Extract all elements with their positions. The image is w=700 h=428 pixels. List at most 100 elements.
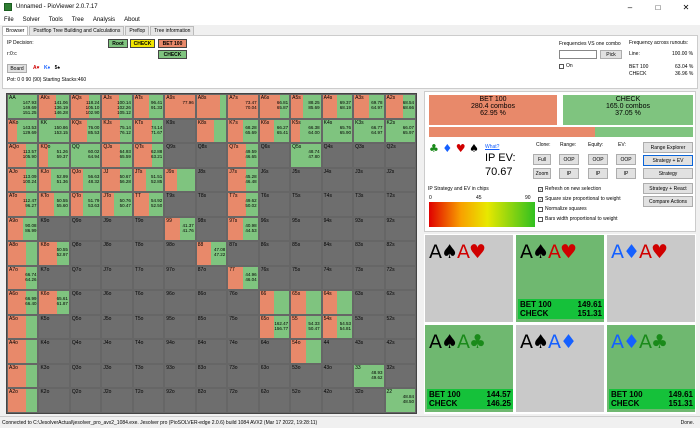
hand-cell-A9o[interactable]: A9o 90.08 86.99: [7, 216, 39, 242]
heart-icon[interactable]: ♥: [456, 142, 466, 155]
hand-cell-Q7o[interactable]: Q7o: [69, 265, 102, 291]
hand-cell-TT[interactable]: TT 54.92 52.50: [132, 192, 165, 217]
hand-cell-KTs[interactable]: KTs 74.14 71.67: [132, 118, 165, 144]
hand-cell-QTo[interactable]: QTo 51.79 53.63: [69, 192, 102, 217]
hand-cell-62o[interactable]: 62o: [258, 388, 291, 413]
hand-cell-T5s[interactable]: T5s: [290, 192, 322, 217]
hand-cell-42s[interactable]: 42s: [384, 339, 416, 364]
hand-cell-J5s[interactable]: J5s: [290, 167, 322, 193]
hand-cell-K3s[interactable]: K3s 66.77 64.97: [353, 118, 385, 144]
hand-cell-42o[interactable]: 42o: [321, 388, 354, 413]
hand-cell-64s[interactable]: 64s: [321, 290, 354, 315]
combo-input[interactable]: [559, 50, 597, 59]
hand-cell-J8o[interactable]: J8o: [101, 241, 133, 266]
hand-cell-T8o[interactable]: T8o: [132, 241, 165, 266]
menu-analysis[interactable]: Analysis: [93, 17, 115, 23]
hand-cell-KTo[interactable]: KTo 50.55 55.60: [38, 192, 70, 217]
hand-cell-K2s[interactable]: K2s 66.07 65.97: [384, 118, 416, 144]
hand-cell-52o[interactable]: 52o: [290, 388, 322, 413]
runout-board[interactable]: A♠A♥: [424, 234, 514, 323]
hand-cell-J3s[interactable]: J3s: [353, 167, 385, 193]
hand-cell-T4s[interactable]: T4s: [321, 192, 354, 217]
hand-cell-92s[interactable]: 92s: [384, 216, 416, 242]
hand-cell-K6o[interactable]: K6o 65.61 61.87: [38, 290, 70, 315]
bars-width-checkbox[interactable]: Bars width proportional to weight: [538, 216, 618, 222]
normalize-checkbox[interactable]: Normalize squares: [538, 206, 587, 212]
hand-cell-KQs[interactable]: KQs 76.00 85.53: [69, 118, 102, 144]
spade-icon[interactable]: ♠: [469, 142, 479, 155]
ev-oop-button[interactable]: OOP: [616, 154, 636, 165]
hand-cell-62s[interactable]: 62s: [384, 290, 416, 315]
hand-cell-A7s[interactable]: A7s 73.47 70.04: [227, 94, 259, 119]
equity-ip-button[interactable]: IP: [588, 168, 608, 179]
runout-board[interactable]: A♠A♦: [515, 324, 605, 413]
hand-cell-74o[interactable]: 74o: [227, 339, 259, 364]
hand-cell-54s[interactable]: 54s 54.53 54.81: [321, 314, 354, 340]
on-checkbox[interactable]: On: [559, 63, 573, 69]
hand-cell-98o[interactable]: 98o: [164, 241, 196, 266]
hand-cell-T9o[interactable]: T9o: [132, 216, 165, 242]
hand-cell-T3o[interactable]: T3o: [132, 363, 165, 389]
hand-cell-83s[interactable]: 83s: [353, 241, 385, 266]
hand-cell-77[interactable]: 77 44.96 46.04: [227, 265, 259, 291]
hand-cell-QQ[interactable]: QQ 60.02 64.94: [69, 143, 102, 168]
hand-cell-75o[interactable]: 75o: [227, 314, 259, 340]
hand-cell-AKo[interactable]: AKo 143.53 129.69: [7, 118, 39, 144]
hand-cell-K2o[interactable]: K2o: [38, 388, 70, 413]
hand-cell-Q9o[interactable]: Q9o: [69, 216, 102, 242]
hand-cell-92o[interactable]: 92o: [164, 388, 196, 413]
hand-cell-Q3o[interactable]: Q3o: [69, 363, 102, 389]
hand-cell-T3s[interactable]: T3s: [353, 192, 385, 217]
menu-about[interactable]: About: [124, 17, 140, 23]
hand-cell-AQs[interactable]: AQs 118.24 105.10 102.90: [69, 94, 102, 119]
summary-bet[interactable]: BET 100 280.4 combos 62.95 %: [429, 95, 557, 125]
hand-cell-AKs[interactable]: AKs 141.06 136.19 146.28: [38, 94, 70, 119]
hand-cell-99[interactable]: 99 41.37 41.76: [164, 216, 196, 242]
hand-cell-64o[interactable]: 64o: [258, 339, 291, 364]
hand-cell-J4s[interactable]: J4s: [321, 167, 354, 193]
hand-cell-87s[interactable]: 87s: [227, 241, 259, 266]
hand-cell-A6s[interactable]: A6s 66.81 65.87: [258, 94, 291, 119]
hand-cell-43o[interactable]: 43o: [321, 363, 354, 389]
hand-cell-Q3s[interactable]: Q3s: [353, 143, 385, 168]
hand-cell-Q6s[interactable]: Q6s: [258, 143, 291, 168]
hand-cell-QJs[interactable]: QJs 64.93 65.59: [101, 143, 133, 168]
hand-cell-T7s[interactable]: T7s 49.62 50.02: [227, 192, 259, 217]
hand-cell-33[interactable]: 33 48.93 49.62: [353, 363, 385, 389]
hand-cell-96o[interactable]: 96o: [164, 290, 196, 315]
strategy-button[interactable]: Strategy: [643, 168, 693, 179]
hand-cell-J7s[interactable]: J7s 45.28 46.48: [227, 167, 259, 193]
hand-cell-86s[interactable]: 86s: [258, 241, 291, 266]
hand-cell-A2s[interactable]: A2s 68.54 68.66: [384, 94, 416, 119]
hand-cell-K7s[interactable]: K7s 68.28 65.69: [227, 118, 259, 144]
hand-cell-43s[interactable]: 43s: [353, 339, 385, 364]
strategy-ev-button[interactable]: Strategy + EV: [643, 155, 693, 166]
hand-cell-J3o[interactable]: J3o: [101, 363, 133, 389]
hand-cell-T2s[interactable]: T2s: [384, 192, 416, 217]
hand-cell-JJ[interactable]: JJ 50.67 56.28: [101, 167, 133, 193]
hand-cell-A9s[interactable]: A9s 77.96: [164, 94, 196, 119]
hand-cell-73s[interactable]: 73s: [353, 265, 385, 291]
hand-cell-Q2s[interactable]: Q2s: [384, 143, 416, 168]
hand-cell-65o[interactable]: 65o 162.47 156.77: [258, 314, 291, 340]
runout-board[interactable]: A♦A♥: [606, 234, 696, 323]
hand-cell-K8s[interactable]: K8s: [195, 118, 228, 144]
hand-cell-96s[interactable]: 96s: [258, 216, 291, 242]
compare-actions-button[interactable]: Compare Actions: [643, 196, 693, 207]
hand-cell-KQo[interactable]: KQo 51.26 59.37: [38, 143, 70, 168]
hand-cell-66[interactable]: 66: [258, 290, 291, 315]
hand-cell-J6o[interactable]: J6o: [101, 290, 133, 315]
hand-cell-Q5o[interactable]: Q5o: [69, 314, 102, 340]
hand-cell-Q2o[interactable]: Q2o: [69, 388, 102, 413]
hand-cell-T5o[interactable]: T5o: [132, 314, 165, 340]
hand-cell-K9o[interactable]: K9o: [38, 216, 70, 242]
hand-cell-A5o[interactable]: A5o: [7, 314, 39, 340]
hand-cell-ATs[interactable]: ATs 96.41 91.33: [132, 94, 165, 119]
node-check[interactable]: CHECK: [130, 39, 155, 48]
hand-cell-T8s[interactable]: T8s: [195, 192, 228, 217]
tab-postflop[interactable]: Postflop Tree Building and Calculations: [29, 26, 125, 35]
menu-solver[interactable]: Solver: [23, 17, 40, 23]
hand-cell-J5o[interactable]: J5o: [101, 314, 133, 340]
hand-cell-KK[interactable]: KK 150.86 153.15: [38, 118, 70, 144]
hand-cell-A3o[interactable]: A3o: [7, 363, 39, 389]
